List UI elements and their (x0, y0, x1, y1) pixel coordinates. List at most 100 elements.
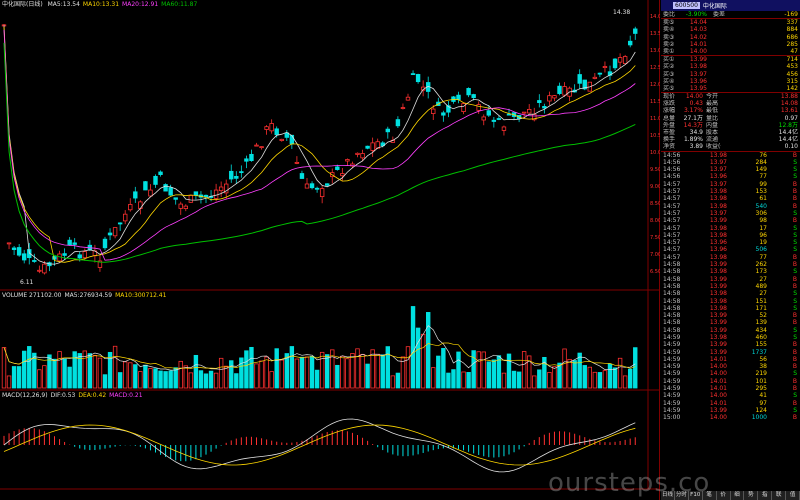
bid-price: 13.96 (689, 77, 707, 85)
candle-body (547, 95, 552, 102)
tick-time: 14:59 (663, 370, 681, 378)
stat-value: 0.43 (689, 100, 703, 108)
bid-row[interactable]: 买② 13.98 453 (661, 63, 800, 70)
volume-bar (254, 363, 259, 389)
volume-bar (335, 364, 340, 389)
stat-label: 总量 (663, 114, 676, 122)
kline-chart[interactable]: 14.00 13.50 13.00 12.50 12.00 11.50 11.00 10.50… (0, 0, 660, 500)
tick-time: 14:56 (663, 158, 681, 166)
ask-label: 卖④ (663, 26, 675, 34)
y-tick-label: 6.50 (650, 269, 660, 275)
volume-bar (67, 366, 72, 389)
bid-row[interactable]: 买① 13.99 714 (661, 56, 800, 63)
volume-bar (229, 360, 234, 389)
ask-row[interactable]: 卖② 14.01 285 (661, 41, 800, 48)
volume-bar (138, 371, 143, 389)
candle-body (193, 191, 199, 196)
volume-bar (193, 354, 199, 389)
tick-side: B (792, 217, 797, 225)
ask-price: 14.04 (689, 19, 707, 27)
volume-bar (249, 346, 254, 389)
tick-row: 14:58 13.98 171 S (661, 305, 800, 312)
candle-body (602, 66, 608, 68)
bottom-tab-9[interactable]: 值 (786, 491, 800, 500)
tick-volume: 489 (755, 282, 767, 290)
volume-bar (324, 354, 330, 389)
bid-row[interactable]: 买⑤ 13.95 142 (661, 85, 800, 92)
bottom-tab-7[interactable]: 指 (758, 491, 773, 500)
ask-levels: 卖⑤ 14.04 337 卖④ 14.03 884 卖③ 14.02 686 卖② 14.01 285… (661, 19, 800, 55)
volume-bar (168, 370, 173, 389)
candle-body (299, 173, 305, 179)
ask-label: 卖⑤ (663, 19, 675, 27)
volume-bar (617, 357, 623, 389)
bottom-tab-4[interactable]: 价 (717, 491, 731, 500)
ask-row[interactable]: 卖③ 14.02 686 (661, 34, 800, 41)
volume-bar (234, 373, 239, 389)
bid-row[interactable]: 买④ 13.96 315 (661, 78, 800, 85)
candle-body (183, 205, 188, 210)
candle-body (163, 184, 168, 192)
tick-side: B (792, 151, 797, 159)
tick-side: S (793, 239, 797, 247)
tick-row: 14:57 13.96 506 S (661, 246, 800, 253)
stat-value: 3.17% (683, 107, 703, 115)
candle-body (441, 112, 446, 116)
candle-body (289, 134, 295, 145)
stat-label: 最高 (706, 100, 719, 108)
tick-price: 13.97 (709, 158, 727, 166)
bottom-tab-6[interactable]: 势 (744, 491, 759, 500)
tick-time: 14:57 (663, 202, 681, 210)
ask-volume: 686 (786, 33, 798, 41)
candle-body (117, 222, 123, 225)
bottom-tab-5[interactable]: 细 (731, 491, 745, 500)
tick-time: 14:57 (663, 246, 681, 254)
tick-volume: 173 (755, 268, 767, 276)
volume-bar (158, 370, 163, 389)
volume-bar (380, 354, 385, 389)
bottom-tab-8[interactable]: 联 (772, 491, 787, 500)
bid-row[interactable]: 买③ 13.97 456 (661, 71, 800, 78)
candle-body (486, 110, 491, 116)
y-tick-label: 9.50 (650, 167, 660, 173)
bid-label: 买⑤ (663, 84, 675, 92)
stat-row: 净资 3.89收益(一) 0.10 (661, 143, 800, 150)
candle-body (471, 94, 476, 99)
ask-row[interactable]: 卖⑤ 14.04 337 (661, 19, 800, 26)
tick-time: 14:57 (663, 224, 681, 232)
candle-body (335, 166, 340, 170)
tick-price: 13.97 (709, 180, 727, 188)
tick-price: 14.01 (709, 399, 727, 407)
tick-time: 14:56 (663, 151, 681, 159)
volume-bar (21, 350, 27, 389)
tick-side: B (792, 363, 797, 371)
volume-bar (239, 357, 244, 389)
tick-row: 14:59 14.00 38 B (661, 363, 800, 370)
tick-time: 14:59 (663, 333, 681, 341)
candle-body (415, 74, 421, 83)
candle-body (294, 161, 300, 164)
tick-time: 14:59 (663, 399, 681, 407)
volume-bar (143, 364, 148, 389)
volume-bar (178, 360, 183, 389)
volume-bar (304, 356, 310, 389)
ask-row[interactable]: 卖① 14.00 47 (661, 48, 800, 55)
tick-price: 13.99 (709, 341, 727, 349)
volume-bar (446, 372, 451, 389)
bid-label: 买③ (663, 70, 675, 78)
tick-row: 14:59 14.01 295 B (661, 385, 800, 392)
candle-body (370, 142, 375, 151)
high-price-marker: 14.38 (613, 9, 631, 16)
candle-body (466, 88, 471, 96)
tick-side: B (792, 348, 797, 356)
stock-header[interactable]: 600500 中化国际 (661, 0, 800, 11)
volume-label-2: MA10:300712.41 (115, 292, 167, 299)
volume-bar (532, 375, 537, 389)
quote-panel: 600500 中化国际 委比 -3.90% 委差 -169 卖⑤ 14.04 337… (661, 0, 800, 500)
volume-bar (602, 370, 608, 389)
chart-area[interactable]: 14.00 13.50 13.00 12.50 12.00 11.50 11.00 10.50… (0, 0, 660, 500)
bid-volume: 714 (786, 56, 798, 64)
tick-list[interactable]: 14:56 13.98 76 B 14:56 13.97 284 S 14:56 13.97 149… (661, 152, 800, 422)
tick-volume: 306 (755, 209, 767, 217)
ask-row[interactable]: 卖④ 14.03 884 (661, 26, 800, 33)
